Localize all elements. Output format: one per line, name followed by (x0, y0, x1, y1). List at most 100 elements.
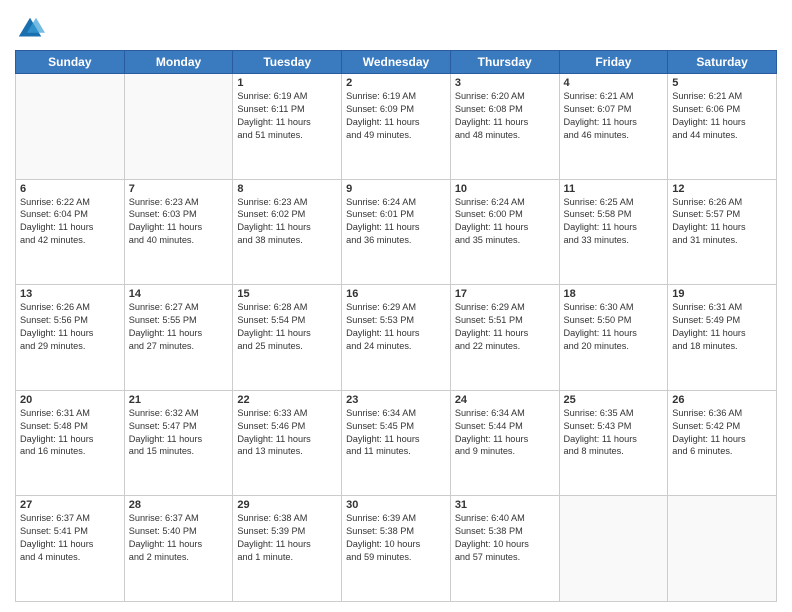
day-info: Sunrise: 6:26 AM Sunset: 5:57 PM Dayligh… (672, 196, 772, 248)
day-number: 27 (20, 499, 120, 511)
calendar-week-row: 6Sunrise: 6:22 AM Sunset: 6:04 PM Daylig… (16, 179, 777, 285)
day-info: Sunrise: 6:23 AM Sunset: 6:03 PM Dayligh… (129, 196, 229, 248)
table-row: 16Sunrise: 6:29 AM Sunset: 5:53 PM Dayli… (342, 285, 451, 391)
day-number: 6 (20, 183, 120, 195)
table-row: 11Sunrise: 6:25 AM Sunset: 5:58 PM Dayli… (559, 179, 668, 285)
day-number: 22 (237, 394, 337, 406)
day-number: 9 (346, 183, 446, 195)
table-row: 13Sunrise: 6:26 AM Sunset: 5:56 PM Dayli… (16, 285, 125, 391)
day-info: Sunrise: 6:27 AM Sunset: 5:55 PM Dayligh… (129, 301, 229, 353)
table-row: 19Sunrise: 6:31 AM Sunset: 5:49 PM Dayli… (668, 285, 777, 391)
table-row: 14Sunrise: 6:27 AM Sunset: 5:55 PM Dayli… (124, 285, 233, 391)
day-number: 11 (564, 183, 664, 195)
table-row: 8Sunrise: 6:23 AM Sunset: 6:02 PM Daylig… (233, 179, 342, 285)
day-info: Sunrise: 6:40 AM Sunset: 5:38 PM Dayligh… (455, 512, 555, 564)
day-number: 26 (672, 394, 772, 406)
day-info: Sunrise: 6:28 AM Sunset: 5:54 PM Dayligh… (237, 301, 337, 353)
day-number: 7 (129, 183, 229, 195)
day-info: Sunrise: 6:19 AM Sunset: 6:09 PM Dayligh… (346, 90, 446, 142)
day-number: 28 (129, 499, 229, 511)
day-number: 21 (129, 394, 229, 406)
day-number: 14 (129, 288, 229, 300)
day-number: 5 (672, 77, 772, 89)
day-number: 29 (237, 499, 337, 511)
calendar-week-row: 13Sunrise: 6:26 AM Sunset: 5:56 PM Dayli… (16, 285, 777, 391)
day-info: Sunrise: 6:33 AM Sunset: 5:46 PM Dayligh… (237, 407, 337, 459)
table-row: 26Sunrise: 6:36 AM Sunset: 5:42 PM Dayli… (668, 390, 777, 496)
table-row (124, 74, 233, 180)
day-info: Sunrise: 6:39 AM Sunset: 5:38 PM Dayligh… (346, 512, 446, 564)
day-info: Sunrise: 6:25 AM Sunset: 5:58 PM Dayligh… (564, 196, 664, 248)
day-info: Sunrise: 6:30 AM Sunset: 5:50 PM Dayligh… (564, 301, 664, 353)
table-row: 1Sunrise: 6:19 AM Sunset: 6:11 PM Daylig… (233, 74, 342, 180)
day-info: Sunrise: 6:32 AM Sunset: 5:47 PM Dayligh… (129, 407, 229, 459)
table-row: 4Sunrise: 6:21 AM Sunset: 6:07 PM Daylig… (559, 74, 668, 180)
table-row: 9Sunrise: 6:24 AM Sunset: 6:01 PM Daylig… (342, 179, 451, 285)
table-row: 24Sunrise: 6:34 AM Sunset: 5:44 PM Dayli… (450, 390, 559, 496)
table-row: 22Sunrise: 6:33 AM Sunset: 5:46 PM Dayli… (233, 390, 342, 496)
day-number: 31 (455, 499, 555, 511)
table-row (559, 496, 668, 602)
day-info: Sunrise: 6:19 AM Sunset: 6:11 PM Dayligh… (237, 90, 337, 142)
page: Sunday Monday Tuesday Wednesday Thursday… (0, 0, 792, 612)
table-row (16, 74, 125, 180)
calendar-week-row: 20Sunrise: 6:31 AM Sunset: 5:48 PM Dayli… (16, 390, 777, 496)
table-row: 17Sunrise: 6:29 AM Sunset: 5:51 PM Dayli… (450, 285, 559, 391)
day-info: Sunrise: 6:34 AM Sunset: 5:45 PM Dayligh… (346, 407, 446, 459)
day-number: 15 (237, 288, 337, 300)
day-info: Sunrise: 6:26 AM Sunset: 5:56 PM Dayligh… (20, 301, 120, 353)
day-number: 25 (564, 394, 664, 406)
day-number: 19 (672, 288, 772, 300)
calendar-week-row: 27Sunrise: 6:37 AM Sunset: 5:41 PM Dayli… (16, 496, 777, 602)
table-row: 10Sunrise: 6:24 AM Sunset: 6:00 PM Dayli… (450, 179, 559, 285)
day-info: Sunrise: 6:36 AM Sunset: 5:42 PM Dayligh… (672, 407, 772, 459)
day-number: 10 (455, 183, 555, 195)
day-number: 23 (346, 394, 446, 406)
day-info: Sunrise: 6:24 AM Sunset: 6:01 PM Dayligh… (346, 196, 446, 248)
day-info: Sunrise: 6:20 AM Sunset: 6:08 PM Dayligh… (455, 90, 555, 142)
day-info: Sunrise: 6:29 AM Sunset: 5:51 PM Dayligh… (455, 301, 555, 353)
day-info: Sunrise: 6:29 AM Sunset: 5:53 PM Dayligh… (346, 301, 446, 353)
day-info: Sunrise: 6:24 AM Sunset: 6:00 PM Dayligh… (455, 196, 555, 248)
day-info: Sunrise: 6:23 AM Sunset: 6:02 PM Dayligh… (237, 196, 337, 248)
day-info: Sunrise: 6:37 AM Sunset: 5:40 PM Dayligh… (129, 512, 229, 564)
day-number: 30 (346, 499, 446, 511)
day-number: 1 (237, 77, 337, 89)
calendar-table: Sunday Monday Tuesday Wednesday Thursday… (15, 50, 777, 602)
day-info: Sunrise: 6:35 AM Sunset: 5:43 PM Dayligh… (564, 407, 664, 459)
table-row: 20Sunrise: 6:31 AM Sunset: 5:48 PM Dayli… (16, 390, 125, 496)
logo-icon (15, 14, 45, 44)
day-number: 17 (455, 288, 555, 300)
table-row: 3Sunrise: 6:20 AM Sunset: 6:08 PM Daylig… (450, 74, 559, 180)
day-number: 4 (564, 77, 664, 89)
day-number: 8 (237, 183, 337, 195)
col-wednesday: Wednesday (342, 51, 451, 74)
day-info: Sunrise: 6:31 AM Sunset: 5:49 PM Dayligh… (672, 301, 772, 353)
col-monday: Monday (124, 51, 233, 74)
logo (15, 14, 47, 44)
table-row: 6Sunrise: 6:22 AM Sunset: 6:04 PM Daylig… (16, 179, 125, 285)
day-number: 18 (564, 288, 664, 300)
day-info: Sunrise: 6:22 AM Sunset: 6:04 PM Dayligh… (20, 196, 120, 248)
table-row: 30Sunrise: 6:39 AM Sunset: 5:38 PM Dayli… (342, 496, 451, 602)
day-number: 20 (20, 394, 120, 406)
header (15, 10, 777, 44)
table-row: 27Sunrise: 6:37 AM Sunset: 5:41 PM Dayli… (16, 496, 125, 602)
day-number: 16 (346, 288, 446, 300)
table-row: 7Sunrise: 6:23 AM Sunset: 6:03 PM Daylig… (124, 179, 233, 285)
table-row: 28Sunrise: 6:37 AM Sunset: 5:40 PM Dayli… (124, 496, 233, 602)
table-row: 29Sunrise: 6:38 AM Sunset: 5:39 PM Dayli… (233, 496, 342, 602)
day-info: Sunrise: 6:38 AM Sunset: 5:39 PM Dayligh… (237, 512, 337, 564)
day-info: Sunrise: 6:31 AM Sunset: 5:48 PM Dayligh… (20, 407, 120, 459)
col-saturday: Saturday (668, 51, 777, 74)
day-number: 13 (20, 288, 120, 300)
day-info: Sunrise: 6:21 AM Sunset: 6:06 PM Dayligh… (672, 90, 772, 142)
calendar-header-row: Sunday Monday Tuesday Wednesday Thursday… (16, 51, 777, 74)
table-row (668, 496, 777, 602)
calendar-week-row: 1Sunrise: 6:19 AM Sunset: 6:11 PM Daylig… (16, 74, 777, 180)
day-info: Sunrise: 6:34 AM Sunset: 5:44 PM Dayligh… (455, 407, 555, 459)
table-row: 12Sunrise: 6:26 AM Sunset: 5:57 PM Dayli… (668, 179, 777, 285)
table-row: 2Sunrise: 6:19 AM Sunset: 6:09 PM Daylig… (342, 74, 451, 180)
table-row: 18Sunrise: 6:30 AM Sunset: 5:50 PM Dayli… (559, 285, 668, 391)
day-number: 24 (455, 394, 555, 406)
